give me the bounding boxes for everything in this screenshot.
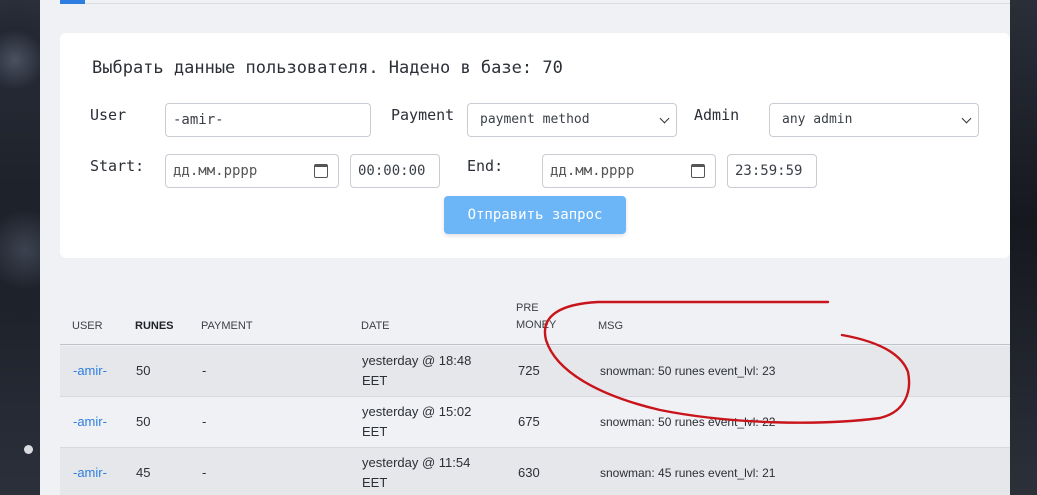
row-runes: 50 xyxy=(136,414,151,429)
row-date: yesterday @ 18:48 xyxy=(362,353,472,368)
row-payment: - xyxy=(202,414,207,429)
submit-query-button[interactable]: Отправить запрос xyxy=(444,196,626,234)
main-content: Выбрать данные пользователя. Надено в ба… xyxy=(40,0,1010,495)
row-date-tz: EET xyxy=(362,424,388,439)
payment-select[interactable]: payment method xyxy=(467,103,677,137)
col-header-user[interactable]: USER xyxy=(72,320,103,332)
row-pre-money: 630 xyxy=(518,465,540,480)
col-header-runes[interactable]: RUNES xyxy=(135,320,174,332)
row-user-link[interactable]: -amir- xyxy=(73,412,107,432)
end-time-input[interactable]: 23:59:59 xyxy=(727,154,817,188)
row-runes: 45 xyxy=(136,465,151,480)
decorative-dot xyxy=(24,445,33,454)
row-msg: snowman: 50 runes event_lvl: 22 xyxy=(600,415,776,429)
col-header-date[interactable]: DATE xyxy=(361,320,390,332)
payment-selected-value: payment method xyxy=(480,112,590,127)
row-user-link[interactable]: -amir- xyxy=(73,361,107,381)
admin-label: Admin xyxy=(694,106,740,124)
start-date-placeholder: дд.мм.рррр xyxy=(173,163,258,179)
admin-selected-value: any admin xyxy=(782,112,853,127)
row-user-link[interactable]: -amir- xyxy=(73,463,107,483)
col-header-payment[interactable]: PAYMENT xyxy=(201,320,253,332)
row-date: yesterday @ 11:54 xyxy=(362,455,471,470)
row-msg: snowman: 50 runes event_lvl: 23 xyxy=(600,364,776,378)
row-pre-money: 675 xyxy=(518,414,540,429)
row-payment: - xyxy=(202,465,207,480)
admin-select[interactable]: any admin xyxy=(769,103,979,137)
row-runes: 50 xyxy=(136,363,151,378)
start-date-input[interactable]: дд.мм.рррр xyxy=(165,154,339,188)
end-date-input[interactable]: дд.мм.рррр xyxy=(542,154,716,188)
col-header-pre-money-line1[interactable]: PRE xyxy=(516,302,539,314)
active-tab-indicator[interactable] xyxy=(60,0,85,4)
background-right-panel xyxy=(1010,0,1037,495)
form-title: Выбрать данные пользователя. Надено в ба… xyxy=(92,58,563,78)
user-input[interactable]: -amir- xyxy=(165,103,371,137)
chevron-down-icon xyxy=(659,113,670,124)
end-label: End: xyxy=(467,157,504,175)
row-date-tz: EET xyxy=(362,475,388,490)
col-header-pre-money-line2[interactable]: MONEY xyxy=(516,319,556,331)
row-date: yesterday @ 15:02 xyxy=(362,404,472,419)
col-header-msg[interactable]: MSG xyxy=(598,320,623,332)
calendar-icon[interactable] xyxy=(314,164,328,178)
calendar-icon[interactable] xyxy=(691,164,705,178)
background-left-panel xyxy=(0,0,40,495)
user-label: User xyxy=(90,106,127,124)
row-pre-money: 725 xyxy=(518,363,540,378)
chevron-down-icon xyxy=(961,113,972,124)
start-time-input[interactable]: 00:00:00 xyxy=(350,154,440,188)
row-date-tz: EET xyxy=(362,373,388,388)
end-date-placeholder: дд.мм.рррр xyxy=(550,163,635,179)
row-msg: snowman: 45 runes event_lvl: 21 xyxy=(600,466,776,480)
table-row: -amir- 45 - yesterday @ 11:54 EET 630 sn… xyxy=(60,448,1010,495)
table-row: -amir- 50 - yesterday @ 15:02 EET 675 sn… xyxy=(60,397,1010,448)
tab-bar xyxy=(60,0,1010,4)
start-label: Start: xyxy=(90,157,145,175)
table-row: -amir- 50 - yesterday @ 18:48 EET 725 sn… xyxy=(60,346,1010,397)
query-form-card: Выбрать данные пользователя. Надено в ба… xyxy=(60,33,1010,258)
row-payment: - xyxy=(202,363,207,378)
table-header: USER RUNES PAYMENT DATE PRE MONEY MSG xyxy=(60,290,1010,345)
payment-label: Payment xyxy=(391,106,455,124)
